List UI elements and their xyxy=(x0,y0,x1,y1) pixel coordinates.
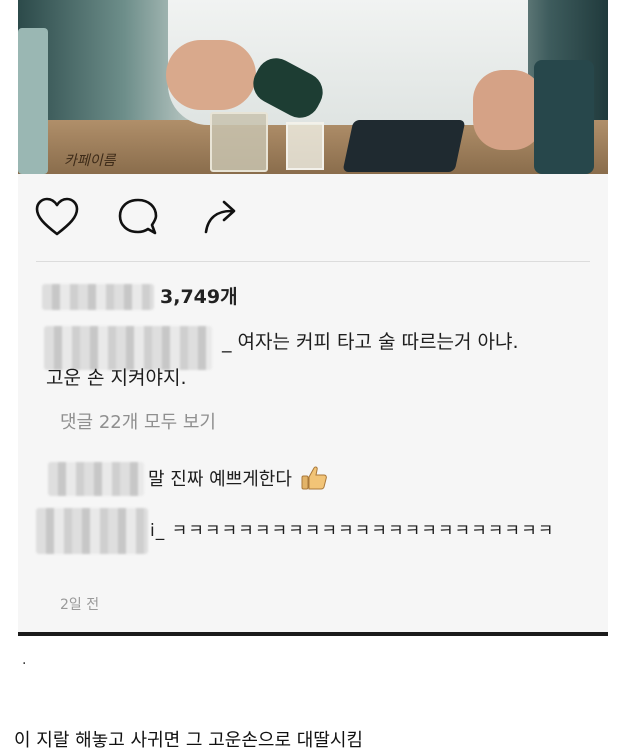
heart-icon[interactable] xyxy=(34,196,80,242)
share-arrow-icon[interactable] xyxy=(202,196,242,242)
photo-cup xyxy=(534,60,594,174)
photo-wallet xyxy=(342,120,466,172)
comment-bubble-icon[interactable] xyxy=(116,196,160,242)
redacted-username-comment-1 xyxy=(48,462,144,496)
post-caption: _ 여자는 커피 타고 술 따르는거 아냐. 고운 손 지켜야지. xyxy=(46,324,591,396)
likes-count[interactable]: 3,749개 xyxy=(160,282,238,309)
instagram-post-card: 카페이름 3,749개 _ 여자는 커피 타고 술 따르는거 아냐. 고운 손 … xyxy=(18,0,608,636)
caption-line-1: _ 여자는 커피 타고 술 따르는거 아냐. xyxy=(222,331,519,353)
photo-glass xyxy=(210,112,268,172)
separator-dot: . xyxy=(22,652,27,668)
view-all-comments-link[interactable]: 댓글 22개 모두 보기 xyxy=(60,408,216,434)
bottom-caption: 이 지랄 해놓고 사귀면 그 고운손으로 대딸시킴 xyxy=(14,730,363,750)
comment-1-text: 말 진짜 예쁘게한다 xyxy=(148,469,292,490)
redacted-username-comment-2 xyxy=(36,508,148,554)
photo-hand xyxy=(166,40,256,110)
comment-2-text: i_ ㅋㅋㅋㅋㅋㅋㅋㅋㅋㅋㅋㅋㅋㅋㅋㅋㅋㅋㅋㅋㅋㅋㅋ xyxy=(150,521,555,541)
action-bar xyxy=(18,188,608,248)
thumbs-up-icon xyxy=(300,465,328,491)
photo-hand-right xyxy=(473,70,543,150)
caption-line-2: 고운 손 지켜야지. xyxy=(46,367,187,389)
divider xyxy=(36,261,590,262)
post-timestamp: 2일 전 xyxy=(60,597,100,613)
photo-jug xyxy=(18,28,48,174)
post-photo[interactable]: 카페이름 xyxy=(18,0,608,174)
comment-1: 말 진짜 예쁘게한다 xyxy=(148,465,328,491)
redacted-username-likes xyxy=(42,284,154,310)
photo-wordmark: 카페이름 xyxy=(64,153,116,169)
photo-shot-glass xyxy=(286,122,324,170)
